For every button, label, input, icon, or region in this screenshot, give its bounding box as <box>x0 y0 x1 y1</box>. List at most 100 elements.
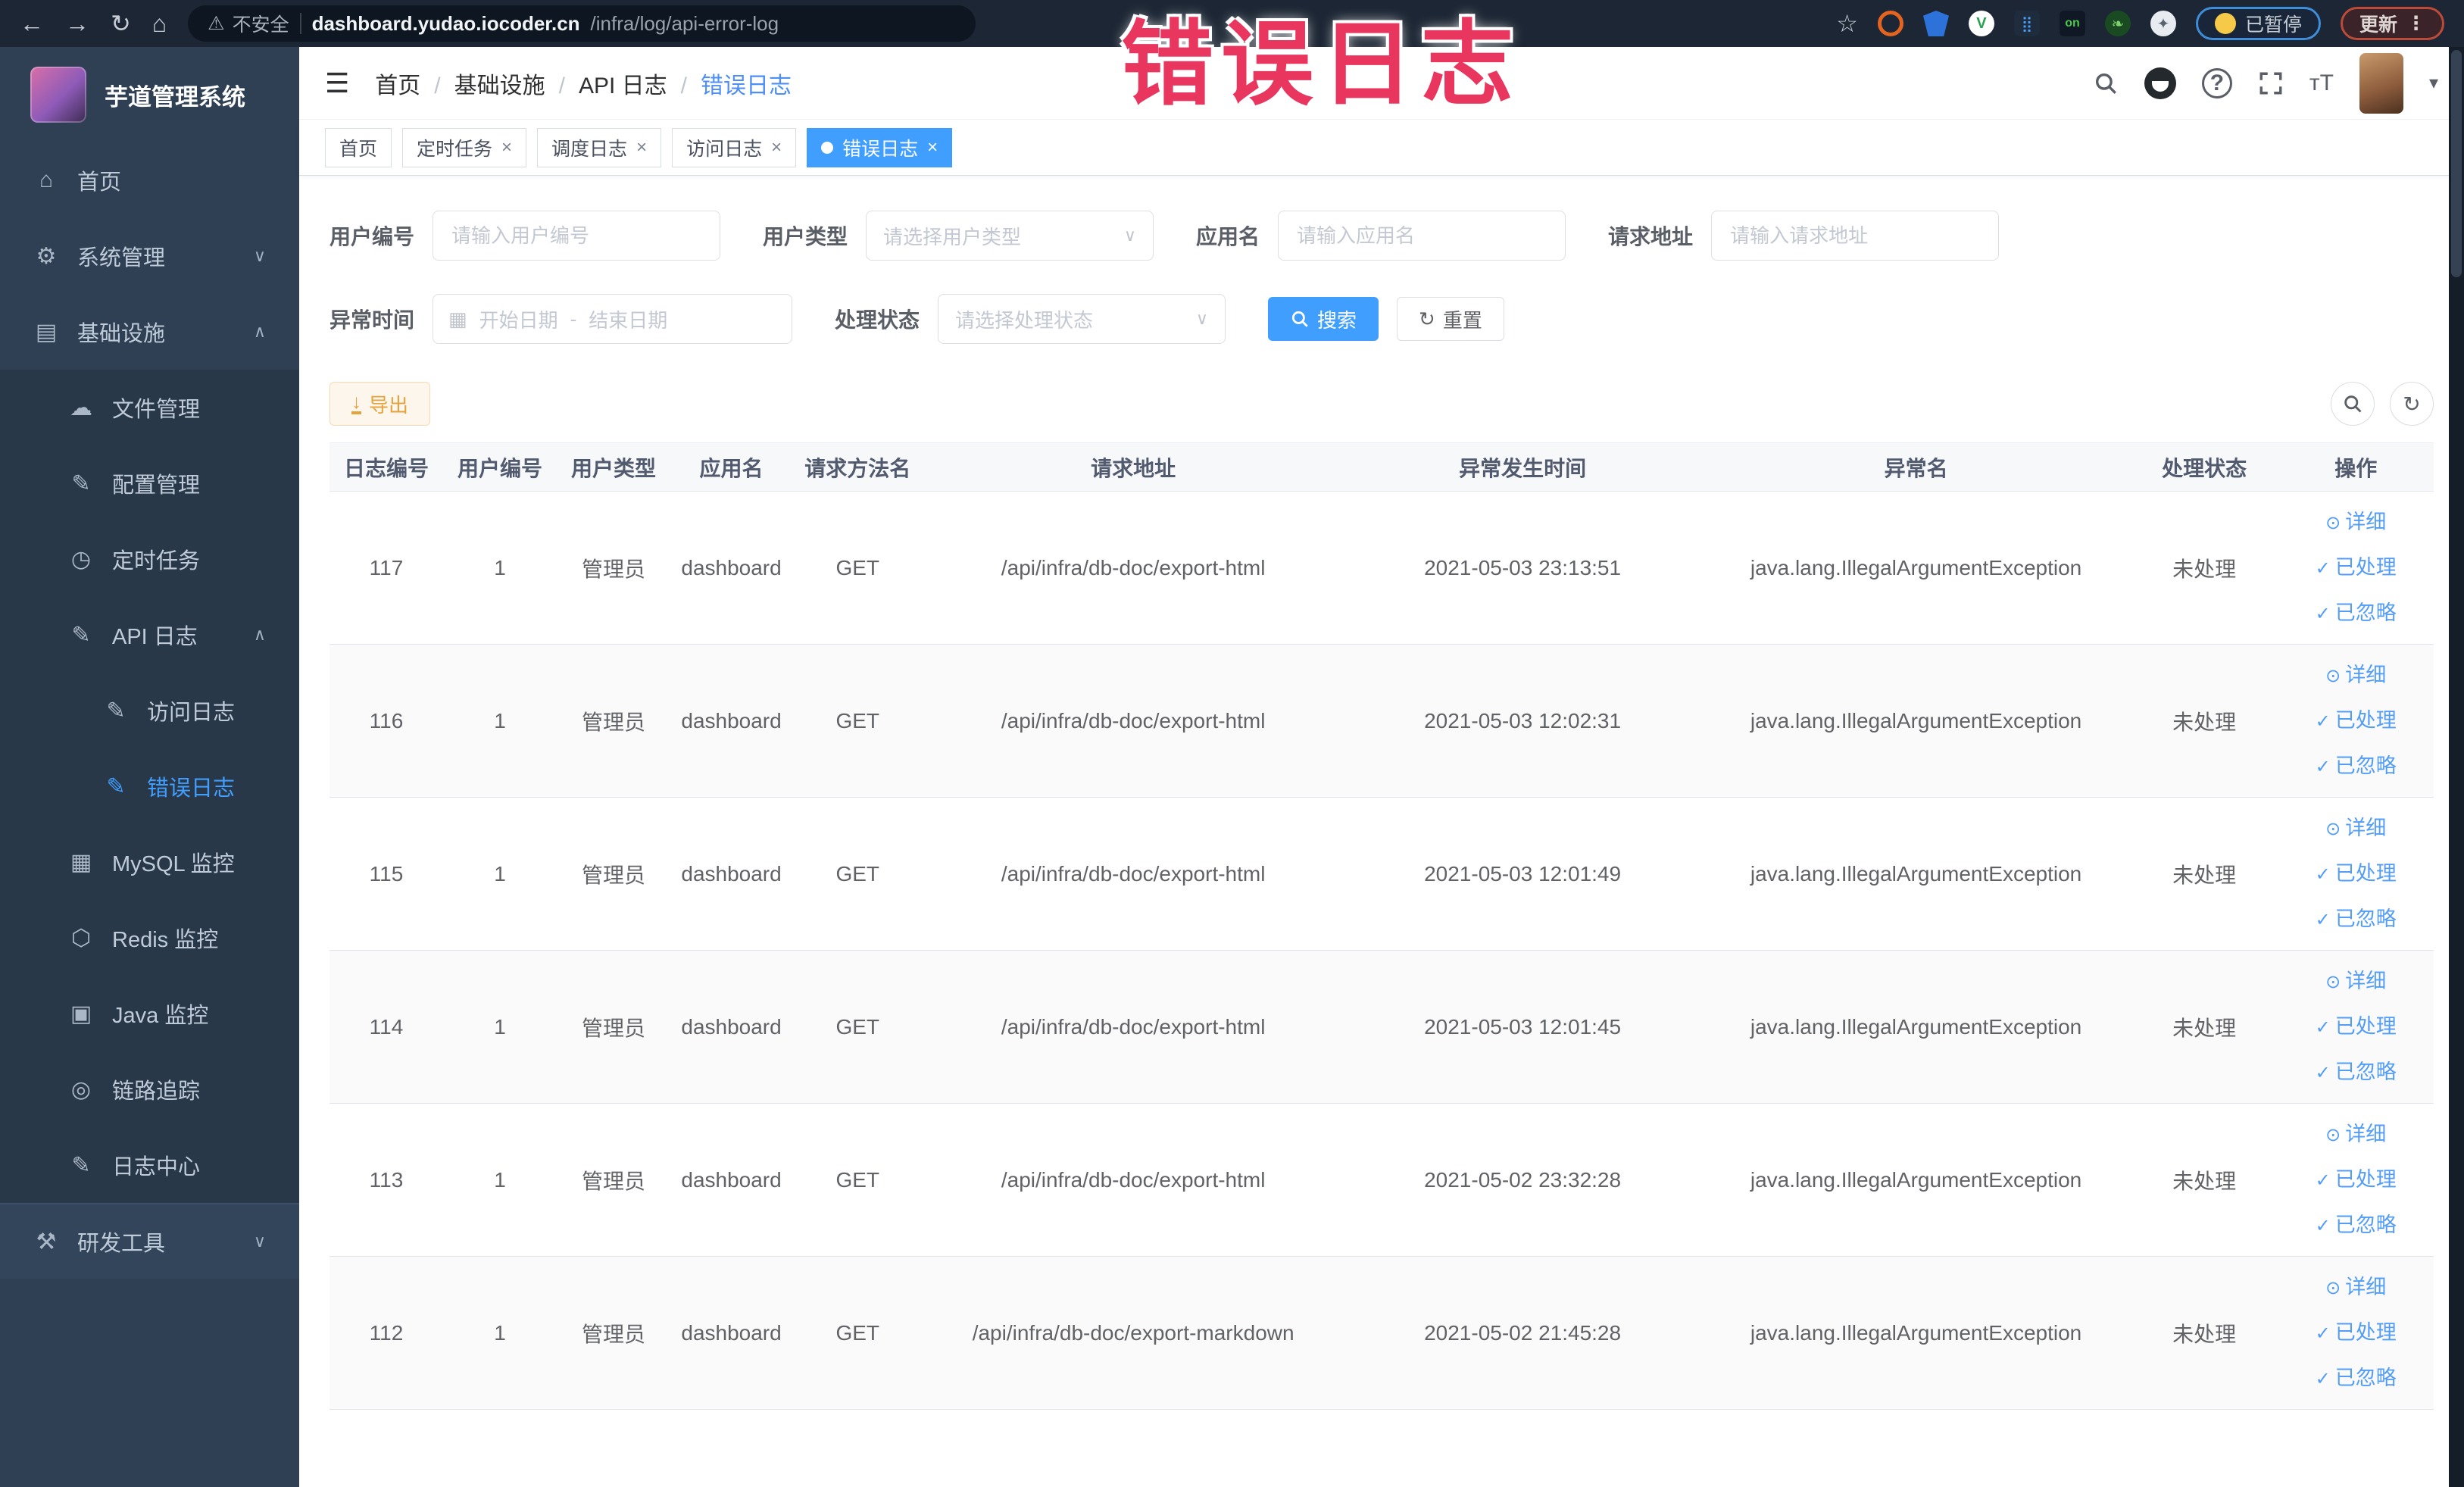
check-icon: ✓ <box>2315 603 2331 624</box>
export-button[interactable]: ↓ 导出 <box>329 382 431 426</box>
extension-icon-grid[interactable]: ⣿ <box>2013 11 2040 36</box>
sidebar-item-6[interactable]: ✎ API 日志 ∧ <box>0 597 299 673</box>
detail-link[interactable]: ⊙ 详细 <box>2278 959 2434 1004</box>
tag-close-icon[interactable]: × <box>636 137 647 158</box>
mark-processed-link[interactable]: ✓ 已处理 <box>2278 1004 2434 1050</box>
filter-label: 异常时间 <box>329 308 415 332</box>
breadcrumb-home[interactable]: 首页 <box>375 67 440 100</box>
fullscreen-icon[interactable] <box>2258 70 2284 96</box>
tag-4[interactable]: 错误日志 × <box>807 127 953 167</box>
sidebar-item-14[interactable]: ⚒ 研发工具 ∨ <box>0 1203 299 1279</box>
extension-icon-leaf[interactable]: ❧ <box>2104 11 2131 36</box>
sidebar-item-0[interactable]: ⌂ 首页 <box>0 142 299 218</box>
home-btn-icon[interactable]: ⌂ <box>152 11 167 36</box>
detail-link[interactable]: ⊙ 详细 <box>2278 653 2434 698</box>
browser-chrome: ← → ↻ ⌂ ⚠ 不安全 dashboard.yudao.iocoder.cn… <box>0 0 2464 47</box>
sidebar-item-12[interactable]: ◎ 链路追踪 <box>0 1051 299 1127</box>
font-size-icon[interactable]: тT <box>2309 70 2334 96</box>
breadcrumb-infra[interactable]: 基础设施 <box>454 67 565 100</box>
address-bar[interactable]: ⚠ 不安全 dashboard.yudao.iocoder.cn/infra/l… <box>188 5 976 42</box>
status-select[interactable]: 请选择处理状态 ∨ <box>938 294 1226 344</box>
user-id-input[interactable] <box>433 211 721 261</box>
tag-3[interactable]: 访问日志 × <box>672 127 797 167</box>
mark-processed-link[interactable]: ✓ 已处理 <box>2278 698 2434 744</box>
breadcrumb-error-log: 错误日志 <box>701 73 792 98</box>
col-actions: 操作 <box>2278 442 2434 492</box>
caret-down-icon[interactable]: ▾ <box>2429 72 2438 94</box>
detail-link[interactable]: ⊙ 详细 <box>2278 1265 2434 1310</box>
search-button[interactable]: 搜索 <box>1268 297 1379 341</box>
security-indicator[interactable]: ⚠ 不安全 <box>208 10 289 37</box>
tag-close-icon[interactable]: × <box>501 137 512 158</box>
page-scrollbar[interactable] <box>2449 47 2464 1487</box>
sidebar-item-9[interactable]: ▦ MySQL 监控 <box>0 824 299 900</box>
extension-icon-shield[interactable] <box>1922 11 1949 36</box>
eye-icon: ⊙ <box>2325 1124 2341 1145</box>
search-icon[interactable] <box>2093 70 2119 96</box>
mark-processed-link[interactable]: ✓ 已处理 <box>2278 851 2434 897</box>
scrollbar-thumb[interactable] <box>2451 50 2462 277</box>
extensions-puzzle-icon[interactable]: ✦ <box>2150 11 2176 36</box>
user-type-select[interactable]: 请选择用户类型 ∨ <box>866 211 1154 261</box>
extension-icon-vpn[interactable]: V <box>1968 11 1994 36</box>
mark-ignored-link[interactable]: ✓ 已忽略 <box>2278 591 2434 636</box>
mark-ignored-link[interactable]: ✓ 已忽略 <box>2278 744 2434 789</box>
sidebar-item-label: 定时任务 <box>112 549 201 573</box>
forward-icon[interactable]: → <box>65 11 89 36</box>
sidebar-item-1[interactable]: ⚙ 系统管理 ∨ <box>0 218 299 294</box>
hamburger-icon[interactable]: ☰ <box>325 67 349 99</box>
request-url-input[interactable] <box>1711 211 2000 261</box>
tag-0[interactable]: 首页 <box>325 127 392 167</box>
refresh-table-button[interactable]: ↻ <box>2390 382 2434 426</box>
sidebar-item-5[interactable]: ◷ 定时任务 <box>0 521 299 597</box>
logo-row[interactable]: 芋道管理系统 <box>0 47 299 142</box>
sidebar-item-11[interactable]: ▣ Java 监控 <box>0 976 299 1051</box>
reload-icon[interactable]: ↻ <box>111 11 131 36</box>
date-range-picker[interactable]: ▦ 开始日期 - 结束日期 <box>433 294 793 344</box>
breadcrumb-api-log[interactable]: API 日志 <box>579 67 687 100</box>
kebab-icon[interactable]: ⋮ <box>2406 12 2425 35</box>
tag-2[interactable]: 调度日志 × <box>537 127 662 167</box>
toggle-search-button[interactable] <box>2331 382 2375 426</box>
extension-icon-onoff[interactable]: on <box>2059 11 2085 36</box>
cell-status: 未处理 <box>2130 491 2278 645</box>
tag-close-icon[interactable]: × <box>771 137 782 158</box>
github-icon[interactable] <box>2144 67 2176 99</box>
avatar[interactable] <box>2359 52 2403 114</box>
detail-link[interactable]: ⊙ 详细 <box>2278 500 2434 545</box>
detail-link[interactable]: ⊙ 详细 <box>2278 1112 2434 1157</box>
mark-processed-link[interactable]: ✓ 已处理 <box>2278 1310 2434 1356</box>
cell-url: /api/infra/db-doc/export-html <box>923 644 1344 798</box>
mark-processed-link[interactable]: ✓ 已处理 <box>2278 545 2434 591</box>
mark-ignored-link[interactable]: ✓ 已忽略 <box>2278 1203 2434 1248</box>
mark-ignored-link[interactable]: ✓ 已忽略 <box>2278 1356 2434 1401</box>
update-badge[interactable]: 更新 ⋮ <box>2340 7 2444 40</box>
table-row[interactable]: 112 1 管理员 dashboard GET /api/infra/db-do… <box>329 1256 2434 1410</box>
tag-close-icon[interactable]: × <box>927 137 938 158</box>
sidebar-item-3[interactable]: ☁ 文件管理 <box>0 370 299 445</box>
detail-link[interactable]: ⊙ 详细 <box>2278 806 2434 851</box>
mark-ignored-link[interactable]: ✓ 已忽略 <box>2278 897 2434 942</box>
help-icon[interactable]: ? <box>2201 67 2232 98</box>
back-icon[interactable]: ← <box>20 11 44 36</box>
table-row[interactable]: 116 1 管理员 dashboard GET /api/infra/db-do… <box>329 644 2434 798</box>
calendar-icon: ▦ <box>448 307 467 330</box>
mark-processed-link[interactable]: ✓ 已处理 <box>2278 1157 2434 1203</box>
star-icon[interactable]: ☆ <box>1836 11 1858 36</box>
app-name-input[interactable] <box>1278 211 1566 261</box>
paused-badge[interactable]: 已暂停 <box>2195 7 2321 40</box>
reset-button[interactable]: ↻ 重置 <box>1397 297 1504 341</box>
table-row[interactable]: 117 1 管理员 dashboard GET /api/infra/db-do… <box>329 491 2434 645</box>
sidebar-item-10[interactable]: ⬡ Redis 监控 <box>0 900 299 976</box>
mark-ignored-link[interactable]: ✓ 已忽略 <box>2278 1050 2434 1095</box>
sidebar-item-4[interactable]: ✎ 配置管理 <box>0 445 299 521</box>
tag-1[interactable]: 定时任务 × <box>402 127 527 167</box>
table-row[interactable]: 115 1 管理员 dashboard GET /api/infra/db-do… <box>329 797 2434 951</box>
sidebar-item-7[interactable]: ✎ 访问日志 <box>0 673 299 748</box>
extension-icon-orange[interactable] <box>1877 11 1903 36</box>
table-row[interactable]: 114 1 管理员 dashboard GET /api/infra/db-do… <box>329 950 2434 1104</box>
sidebar-item-2[interactable]: ▤ 基础设施 ∧ <box>0 294 299 370</box>
sidebar-item-8[interactable]: ✎ 错误日志 <box>0 748 299 824</box>
sidebar-item-13[interactable]: ✎ 日志中心 <box>0 1127 299 1203</box>
table-row[interactable]: 113 1 管理员 dashboard GET /api/infra/db-do… <box>329 1103 2434 1257</box>
